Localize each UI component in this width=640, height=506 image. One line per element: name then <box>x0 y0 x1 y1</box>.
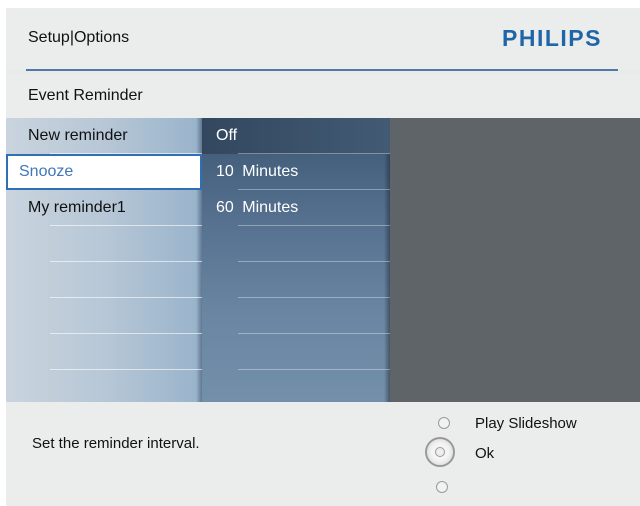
option-empty <box>202 298 390 334</box>
menu-item-empty <box>6 262 202 298</box>
option-empty <box>202 226 390 262</box>
option-label: 60 Minutes <box>216 199 299 216</box>
menu-item-my-reminder1[interactable]: My reminder1 <box>6 190 202 226</box>
nav-ok-button-icon[interactable] <box>425 437 455 467</box>
menu-item-empty <box>6 370 202 406</box>
menu-item-label: Snooze <box>19 163 74 180</box>
empty-column <box>390 118 640 402</box>
option-off[interactable]: Off <box>202 118 390 154</box>
option-60-minutes[interactable]: 60 Minutes <box>202 190 390 226</box>
menu-item-empty <box>6 334 202 370</box>
menu-item-empty <box>6 298 202 334</box>
ok-center-icon <box>435 447 445 457</box>
philips-logo: PHILIPS <box>502 25 602 51</box>
menu-item-label: New reminder <box>28 127 128 144</box>
breadcrumb: Setup|Options <box>28 29 130 46</box>
menu-item-new-reminder[interactable]: New reminder <box>6 118 202 154</box>
hint-play-slideshow: Play Slideshow <box>475 415 577 432</box>
nav-up-icon[interactable] <box>438 417 450 429</box>
menu-panel: New reminder Snooze My reminder1 Off 10 … <box>6 118 640 402</box>
option-label: Off <box>216 127 238 144</box>
footer: Set the reminder interval. Play Slidesho… <box>6 402 640 506</box>
menu-item-label: My reminder1 <box>28 199 126 216</box>
option-label: 10 Minutes <box>216 163 299 180</box>
option-10-minutes[interactable]: 10 Minutes <box>202 154 390 190</box>
subheader: Event Reminder <box>6 74 640 118</box>
header: Setup|Options PHILIPS <box>6 8 640 71</box>
option-empty <box>202 370 390 406</box>
nav-down-icon[interactable] <box>436 481 448 493</box>
header-divider <box>26 69 618 71</box>
option-empty <box>202 334 390 370</box>
option-empty <box>202 262 390 298</box>
hint-ok: Ok <box>475 445 495 462</box>
page-title: Event Reminder <box>28 87 143 104</box>
menu-item-snooze[interactable]: Snooze <box>6 154 202 190</box>
photo-frame-screen: Setup|Options PHILIPS Event Reminder New… <box>6 8 640 506</box>
help-text: Set the reminder interval. <box>32 435 200 452</box>
menu-item-empty <box>6 226 202 262</box>
